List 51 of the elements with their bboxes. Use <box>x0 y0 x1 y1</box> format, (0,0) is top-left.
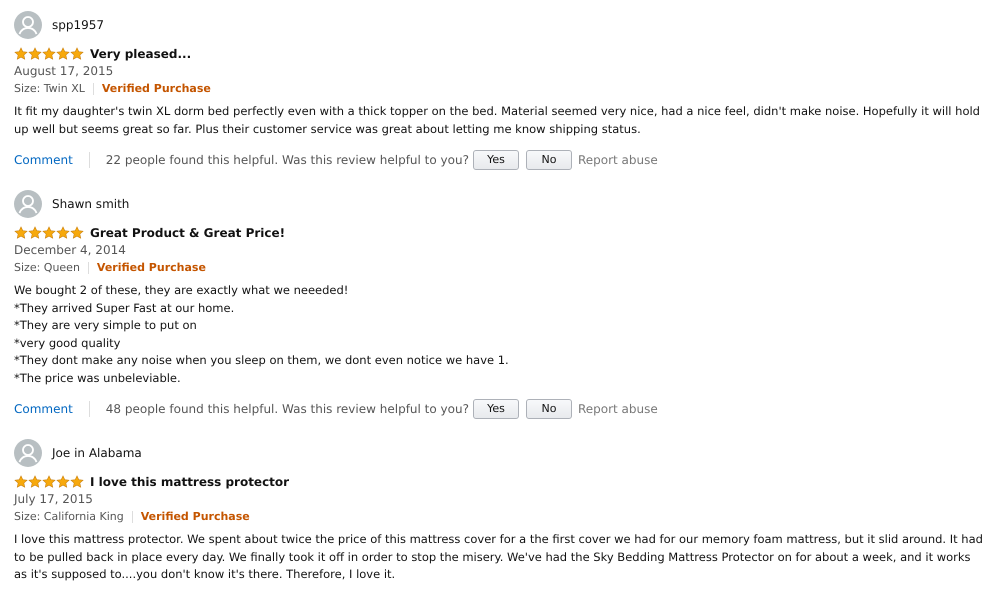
star-icon <box>28 47 42 61</box>
review-title: Great Product & Great Price! <box>90 225 286 242</box>
review-text: It fit my daughter's twin XL dorm bed perfectly even with a thick topper on the bed. Material seemed very nice, had a nice feel, didn't make noise. Hopefully it will hold up well but seems great so far. Plus their customer service was great about letting me know shipping status. <box>14 103 981 138</box>
verified-purchase-label: Verified Purchase <box>96 260 206 276</box>
comment-link[interactable]: Comment <box>14 400 73 418</box>
helpful-count: 22 people found this helpful. Was this review helpful to you? <box>106 152 469 169</box>
yes-button[interactable]: Yes <box>472 399 519 419</box>
size-label: Size: California King <box>14 509 124 525</box>
verified-purchase-label: Verified Purchase <box>102 81 211 97</box>
no-button[interactable]: No <box>526 150 572 170</box>
reviewer-name: Shawn smith <box>52 196 130 213</box>
review-text: *They are very simple to put on <box>14 317 198 334</box>
star-icon <box>14 475 28 489</box>
review-text: *They dont make any noise when you sleep on them, we dont even notice we have 1. <box>14 352 510 369</box>
review-date: August 17, 2015 <box>14 63 114 80</box>
star-icon <box>42 475 56 489</box>
review-text: *They arrived Super Fast at our home. <box>14 300 236 316</box>
star-icon <box>28 475 42 489</box>
size-label: Size: Queen <box>14 260 80 276</box>
star-icon <box>56 47 70 61</box>
avatar-icon <box>14 439 42 467</box>
report-abuse-link[interactable]: Report abuse <box>578 400 658 418</box>
star-icon <box>42 47 56 61</box>
star-icon <box>14 47 28 61</box>
review-date: July 17, 2015 <box>14 491 94 508</box>
reviewer-name: spp1957 <box>52 17 104 34</box>
star-icon <box>70 226 84 240</box>
review-date: December 4, 2014 <box>14 242 127 259</box>
review-text: *The price was unbeleviable. <box>14 370 182 386</box>
star-icon <box>14 226 28 240</box>
star-icon <box>28 226 42 240</box>
avatar-icon <box>14 11 42 39</box>
size-label: Size: Twin XL <box>14 81 85 97</box>
comment-link[interactable]: Comment <box>14 151 73 169</box>
no-button[interactable]: No <box>526 399 572 419</box>
review-title: I love this mattress protector <box>90 474 290 491</box>
verified-purchase-label: Verified Purchase <box>140 509 250 525</box>
review-text: *very good quality <box>14 334 122 352</box>
review-text: We bought 2 of these, they are exactly what we neeeded! <box>14 282 350 299</box>
helpful-count: 48 people found this helpful. Was this review helpful to you? <box>106 401 469 418</box>
star-icon <box>42 226 56 240</box>
star-icon <box>70 47 84 61</box>
avatar-icon <box>14 190 42 218</box>
reviewer-name: Joe in Alabama <box>52 445 142 462</box>
star-icon <box>70 475 84 489</box>
star-icon <box>56 226 70 240</box>
star-icon <box>56 475 70 489</box>
yes-button[interactable]: Yes <box>472 150 519 170</box>
report-abuse-link[interactable]: Report abuse <box>578 151 658 169</box>
review-title: Very pleased... <box>90 46 192 63</box>
review-text: I love this mattress protector. We spent about twice the price of this mattress cover for a the first cover we had for our memory foam mattress, but it slid around. It had to be pulled back in place every day. We finally took it off in order to stop the misery. We've had the Sky Bedding Mattress Protector on for about a week, and it works as it's supposed to....you don't know it's there. Therefore, I love it. <box>14 531 984 583</box>
